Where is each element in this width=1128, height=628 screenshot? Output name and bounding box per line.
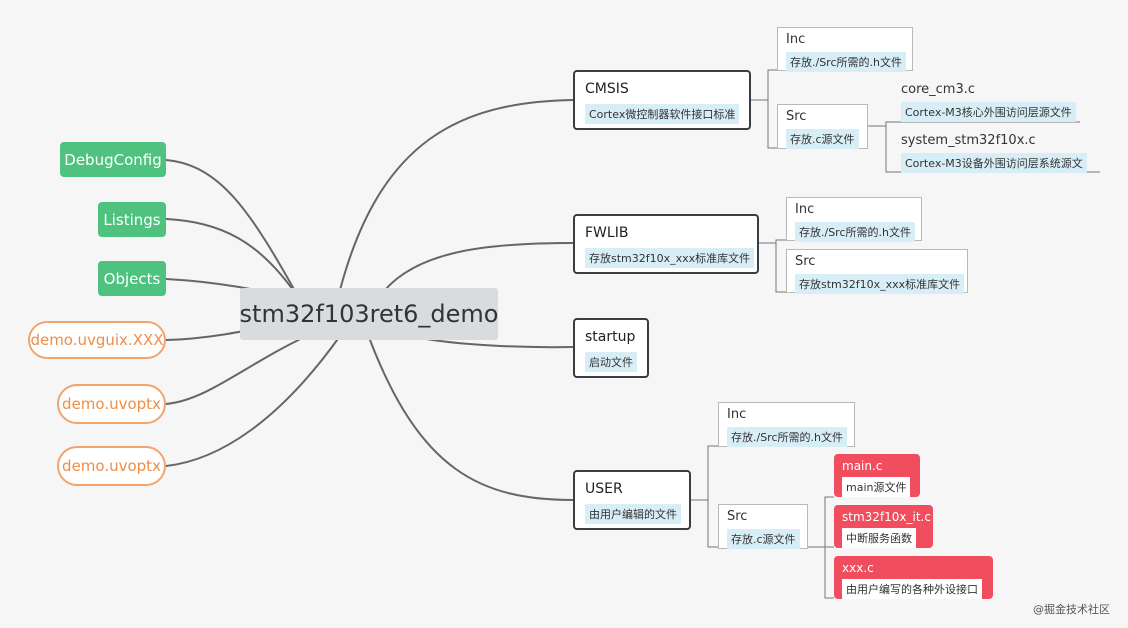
topic-fwlib-note: 存放stm32f10x_xxx标准库文件 [585,248,755,268]
link-fwlib-branch [759,239,786,293]
user-main-note: main源文件 [842,477,911,497]
topic-cmsis[interactable]: CMSIS Cortex微控制器软件接口标准 [573,70,751,130]
folder-objects[interactable]: Objects [98,261,166,296]
user-xxx-title: xxx.c [842,561,874,575]
link-user-branch [691,445,718,548]
link-user [369,339,574,501]
fwlib-inc-title: Inc [795,202,815,217]
cmsis-core-title: core_cm3.c [901,82,976,97]
user-src-title: Src [727,509,748,524]
cmsis-system-title: system_stm32f10x.c [901,133,1036,148]
link-fwlib [384,242,574,291]
file-uvoptx-1[interactable]: demo.uvoptx [57,384,166,424]
topic-startup-note: 启动文件 [585,352,637,372]
cmsis-core-note: Cortex-M3核心外围访问层源文件 [901,102,1076,122]
user-it-note: 中断服务函数 [842,528,916,548]
link-uvoptx-2 [165,335,341,467]
mind-map-canvas: stm32f103ret6_demo DebugConfig Listings … [0,0,1128,628]
folder-debugconfig[interactable]: DebugConfig [60,142,166,177]
link-user-src-branch [808,496,834,599]
topic-cmsis-title: CMSIS [585,81,629,97]
topic-startup[interactable]: startup 启动文件 [573,318,649,378]
topic-startup-title: startup [585,329,636,345]
user-inc-title: Inc [727,407,747,422]
user-inc[interactable]: Inc 存放./Src所需的.h文件 [718,402,855,447]
cmsis-src-note: 存放.c源文件 [786,129,859,149]
topic-fwlib[interactable]: FWLIB 存放stm32f10x_xxx标准库文件 [573,214,759,274]
user-main-file[interactable]: main.c main源文件 [834,454,920,497]
fwlib-src-title: Src [795,254,816,269]
user-main-title: main.c [842,459,883,473]
cmsis-inc[interactable]: Inc 存放./Src所需的.h文件 [777,27,913,72]
topic-user-title: USER [585,481,623,497]
topic-fwlib-title: FWLIB [585,225,629,241]
fwlib-src[interactable]: Src 存放stm32f10x_xxx标准库文件 [786,249,968,294]
cmsis-inc-note: 存放./Src所需的.h文件 [786,52,906,72]
cmsis-src[interactable]: Src 存放.c源文件 [777,104,868,149]
user-inc-note: 存放./Src所需的.h文件 [727,427,847,447]
fwlib-src-note: 存放stm32f10x_xxx标准库文件 [795,274,965,294]
user-xxx-file[interactable]: xxx.c 由用户编写的各种外设接口 [834,556,993,599]
cmsis-src-title: Src [786,109,807,124]
fwlib-inc-note: 存放./Src所需的.h文件 [795,222,915,242]
file-uvoptx-2[interactable]: demo.uvoptx [57,446,166,486]
link-cmsis [339,99,574,291]
topic-user[interactable]: USER 由用户编辑的文件 [573,470,691,530]
central-topic[interactable]: stm32f103ret6_demo [240,288,498,340]
user-it-file[interactable]: stm32f10x_it.c 中断服务函数 [834,505,933,548]
user-xxx-note: 由用户编写的各种外设接口 [842,579,982,599]
user-src[interactable]: Src 存放.c源文件 [718,504,808,549]
file-uvguix[interactable]: demo.uvguix.XXX [28,321,166,359]
cmsis-system-file[interactable]: system_stm32f10x.c Cortex-M3设备外围访问层系统源文 [897,133,1102,173]
link-debugconfig [165,159,301,301]
cmsis-inc-title: Inc [786,32,806,47]
fwlib-inc[interactable]: Inc 存放./Src所需的.h文件 [786,197,922,242]
link-uvoptx-1 [165,329,321,405]
user-it-title: stm32f10x_it.c [842,510,931,524]
folder-listings[interactable]: Listings [98,202,166,237]
link-cmsis-branch [751,69,777,149]
topic-user-note: 由用户编辑的文件 [585,504,681,524]
cmsis-system-note: Cortex-M3设备外围访问层系统源文 [901,153,1087,173]
user-src-note: 存放.c源文件 [727,529,800,549]
topic-cmsis-note: Cortex微控制器软件接口标准 [585,104,740,124]
watermark: @掘金技术社区 [1033,603,1110,616]
cmsis-core-file[interactable]: core_cm3.c Cortex-M3核心外围访问层源文件 [897,82,1087,122]
